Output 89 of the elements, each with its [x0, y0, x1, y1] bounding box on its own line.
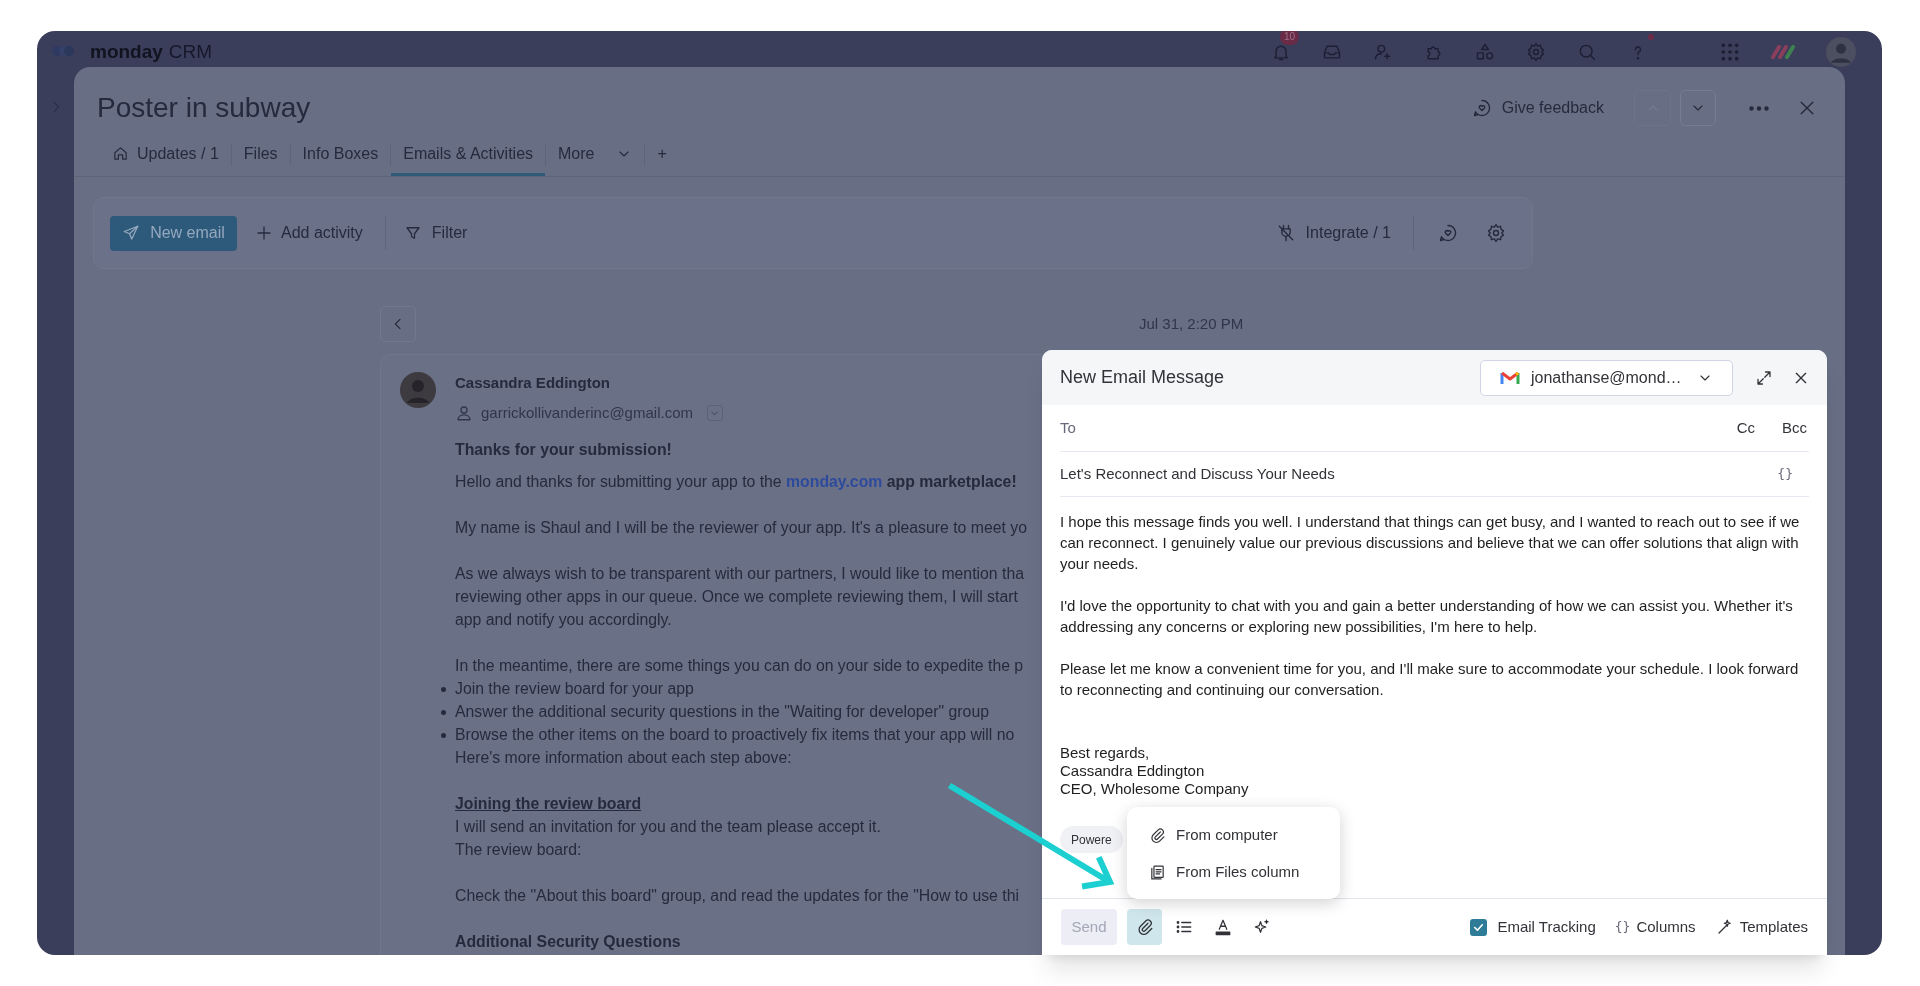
email-text: app and notify you accordingly. — [455, 610, 673, 630]
give-feedback-button[interactable]: Give feedback — [1471, 96, 1604, 120]
chat-heart-icon — [1471, 98, 1492, 118]
chat-button[interactable] — [1438, 223, 1458, 243]
new-email-button[interactable]: New email — [110, 215, 237, 251]
attach-icon — [1149, 827, 1166, 844]
settings-button[interactable] — [1486, 223, 1506, 243]
body-paragraph: I'd love the opportunity to chat with you and gain a better understanding of how we can assist you. Whether it's addressing any concerns or exploring new possibilities, I'm here to help. — [1060, 596, 1794, 637]
integrate-button[interactable]: Integrate / 1 — [1275, 221, 1391, 245]
powered-by-chip[interactable]: Powere — [1060, 826, 1123, 853]
tab[interactable]: More — [546, 134, 645, 176]
email-text: In the meantime, there are some things you can do on your side to expedite the p — [455, 656, 1025, 676]
signature-line: Best regards, — [1060, 744, 1151, 762]
email-subheading: Joining the review board — [455, 794, 643, 814]
list-icon — [1174, 918, 1193, 936]
settings-icon — [1486, 223, 1506, 243]
text-color-icon — [1213, 918, 1232, 936]
email-text: The review board: — [455, 840, 583, 860]
email-heading: Thanks for your submission! — [455, 440, 673, 460]
email-date: Jul 31, 2:20 PM — [1139, 313, 1244, 334]
item-title: Poster in subway — [97, 91, 311, 125]
next-button[interactable] — [1680, 90, 1716, 126]
tab[interactable]: Emails & Activities — [391, 134, 546, 176]
menu-item[interactable]: From computer — [1137, 817, 1330, 854]
filter-icon — [403, 224, 422, 242]
gmail-icon — [1500, 370, 1520, 385]
email-list-item: Answer the additional security questions in the "Waiting for developer" group — [455, 702, 990, 722]
apps-grid-icon[interactable] — [1720, 42, 1740, 62]
tab[interactable]: Files — [231, 134, 290, 176]
compose-title: New Email Message — [1060, 366, 1225, 389]
email-heading: Additional Security Questions — [455, 932, 682, 952]
email-list-item: Browse the other items on the board to proactively fix items that your app will no — [455, 725, 1016, 745]
bullet-icon — [441, 710, 446, 715]
user-avatar[interactable] — [1826, 37, 1856, 67]
sender-email: garrickollivanderinc@gmail.com — [481, 402, 693, 423]
menu-item[interactable]: From Files column — [1137, 854, 1330, 891]
email-text: As we always wish to be transparent with our partners, I would like to mention tha — [455, 564, 1025, 584]
person-icon — [455, 404, 473, 422]
search-icon[interactable] — [1577, 42, 1597, 62]
more-options-button[interactable] — [1749, 105, 1769, 111]
home-icon — [112, 145, 129, 162]
variables-button[interactable]: {} — [1777, 464, 1793, 484]
notification-badge: 10 — [1280, 31, 1300, 45]
email-text: Check the "About this board" group, and read the updates for the "How to use thi — [455, 886, 1020, 906]
tab[interactable]: Info Boxes — [290, 134, 391, 176]
email-text: I will send an invitation for you and the team please accept it. — [455, 817, 882, 837]
sender-name: Cassandra Eddington — [455, 373, 612, 393]
sender-avatar — [400, 372, 436, 408]
email-text: Hello and thanks for submitting your app to the monday.com app marketplace! — [455, 472, 1018, 492]
brand-icon — [1771, 45, 1795, 59]
email-text: reviewing other apps in our queue. Once we complete reviewing them, I will start — [455, 587, 1019, 607]
bullet-icon — [441, 687, 446, 692]
templates-button[interactable]: Templates — [1715, 915, 1808, 939]
body-paragraph: Please let me know a convenient time for you, and I'll make sure to accommodate your schedule. I look forward to reconnecting and continuing our conversation. — [1060, 659, 1800, 700]
email-list-item: Join the review board for your app — [455, 679, 695, 699]
files-icon — [1149, 864, 1166, 881]
subject-field[interactable]: Let's Reconnect and Discuss Your Needs — [1060, 462, 1335, 486]
tab[interactable]: + — [645, 134, 679, 176]
add-activity-button[interactable]: Add activity — [255, 221, 363, 245]
columns-button[interactable]: {} Columns — [1614, 915, 1696, 939]
attach-button[interactable] — [1127, 909, 1162, 945]
inbox-icon[interactable] — [1322, 42, 1342, 62]
link[interactable]: monday.com — [786, 473, 883, 490]
settings-icon[interactable] — [1526, 42, 1546, 62]
back-button[interactable] — [380, 306, 416, 342]
cc-button[interactable]: Cc — [1736, 416, 1755, 440]
attach-icon — [1135, 918, 1154, 936]
more-icon — [1749, 105, 1769, 111]
bullet-icon — [441, 733, 446, 738]
bcc-button[interactable]: Bcc — [1782, 416, 1807, 440]
tab[interactable]: Updates / 1 — [100, 134, 231, 176]
person-add-icon[interactable] — [1373, 42, 1393, 62]
chat-heart-icon — [1438, 223, 1458, 243]
body-paragraph: I hope this message finds you well. I understand that things can get busy, and I wanted to reach out to see if we can reconnect. I genuinely value our previous discussions and believe that we can offer solutions that align with your needs. — [1060, 512, 1801, 574]
expand-icon — [1755, 368, 1773, 387]
signature-line: Cassandra Eddington — [1060, 762, 1206, 780]
to-label: To — [1060, 417, 1076, 438]
send-icon — [122, 224, 141, 242]
email-text: My name is Shaul and I will be the reviewer of your app. It's a pleasure to meet yo — [455, 518, 1027, 538]
plus-icon — [255, 224, 273, 242]
app-logo: monday — [90, 41, 163, 63]
account-dropdown[interactable]: jonathanse@mond… — [1480, 359, 1733, 396]
signature-line: CEO, Wholesome Company — [1060, 780, 1250, 798]
email-text: Here's more information about each step above: — [455, 748, 793, 768]
expand-button[interactable] — [1755, 368, 1773, 387]
shapes-icon[interactable] — [1475, 42, 1495, 62]
email-tracking-checkbox[interactable]: Email Tracking — [1470, 915, 1596, 939]
filter-button[interactable]: Filter — [403, 221, 468, 245]
sparkle-icon — [1252, 918, 1271, 936]
